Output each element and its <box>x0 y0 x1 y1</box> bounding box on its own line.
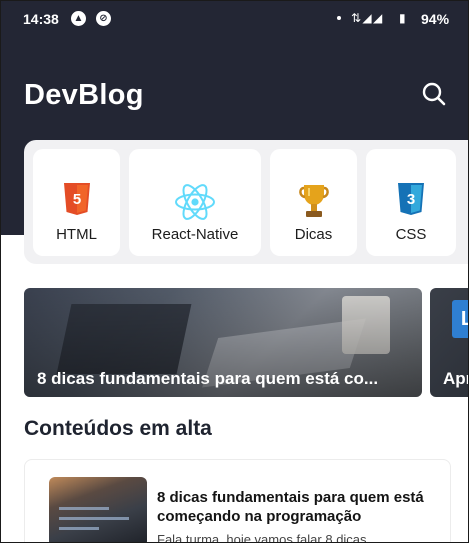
thumbnail-detail <box>59 507 109 510</box>
featured-post-caption: Apr <box>443 369 468 388</box>
signal-icons: ⇅ ◢ ◢ <box>351 11 382 25</box>
navigation-icon: ▲ <box>71 11 86 26</box>
svg-text:5: 5 <box>72 191 80 208</box>
css3-icon: 3 <box>398 183 424 215</box>
category-label: React-Native <box>151 226 239 243</box>
section-title: Conteúdos em alta <box>24 417 212 440</box>
post-thumbnail <box>49 477 147 542</box>
post-description: Fala turma, hoje vamos falar 8 dicas <box>157 532 367 543</box>
category-label: HTML <box>56 226 97 243</box>
thumbnail-detail <box>59 527 99 530</box>
featured-post-caption: 8 dicas fundamentais para quem está co..… <box>37 369 379 388</box>
trending-post-card[interactable]: 8 dicas fundamentais para quem está come… <box>24 459 451 543</box>
status-time: 14:38 <box>23 11 59 27</box>
featured-image-logo: L <box>452 300 468 338</box>
category-dicas[interactable]: Dicas <box>270 149 357 256</box>
category-html[interactable]: 5 HTML <box>33 149 120 256</box>
featured-post-card[interactable]: 8 dicas fundamentais para quem está co..… <box>24 288 422 397</box>
thumbnail-detail <box>59 517 129 520</box>
svg-text:3: 3 <box>407 191 415 208</box>
featured-post-card[interactable]: L Apr <box>430 288 468 397</box>
app-screen: 14:38 ▲ ⊘ ⇅ ◢ ◢ ▮ 94% DevBlog 5 HTML Rea… <box>0 0 469 543</box>
post-title: 8 dicas fundamentais para quem está come… <box>157 489 424 525</box>
category-label: Dicas <box>294 226 333 243</box>
trophy-icon <box>298 185 329 217</box>
search-icon[interactable] <box>421 81 447 107</box>
category-react-native[interactable]: React-Native <box>129 149 261 256</box>
status-bar: 14:38 ▲ ⊘ ⇅ ◢ ◢ ▮ 94% <box>1 1 468 37</box>
app-title: DevBlog <box>24 79 144 111</box>
category-label: CSS <box>395 226 427 243</box>
category-list: 5 HTML React-Native Dicas 3 CSS <box>24 140 468 264</box>
battery-percent: 94% <box>421 11 450 27</box>
sync-icon: ⊘ <box>96 11 111 26</box>
battery-icon: ▮ <box>399 11 406 25</box>
html5-icon: 5 <box>63 183 90 215</box>
notification-dot-icon <box>337 16 341 20</box>
react-icon <box>175 184 215 220</box>
category-css[interactable]: 3 CSS <box>366 149 456 256</box>
